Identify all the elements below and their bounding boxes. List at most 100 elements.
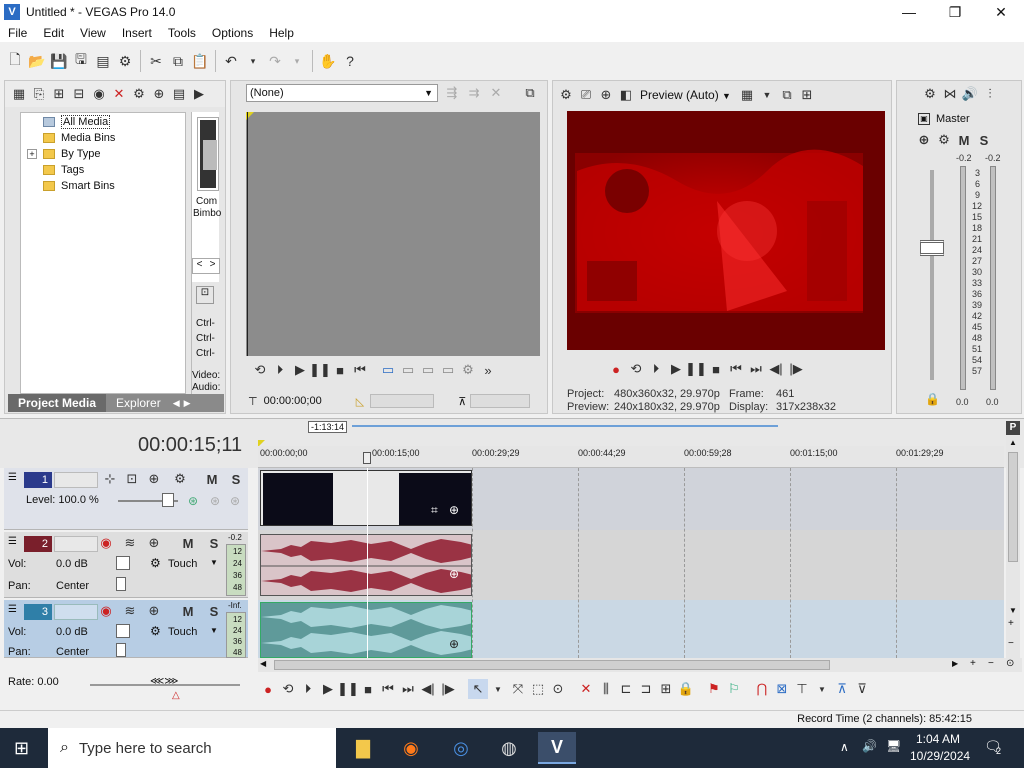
split-dropdown-icon[interactable]: ◧: [616, 85, 636, 105]
tray-date[interactable]: 10/29/2024: [910, 749, 970, 763]
import-media-icon[interactable]: ▦: [9, 84, 29, 104]
invert-phase-icon[interactable]: ≋: [120, 533, 140, 553]
zoom-in-icon[interactable]: +: [1008, 618, 1014, 629]
media-thumbnail[interactable]: [198, 118, 218, 190]
chrome-icon[interactable]: ◎: [442, 732, 480, 764]
play-icon[interactable]: ▶: [290, 360, 310, 380]
trimmer-window-icon[interactable]: ⧉: [520, 83, 540, 103]
loop-playback-icon[interactable]: ⟲: [626, 359, 646, 379]
master-mute-button[interactable]: M: [954, 130, 974, 150]
expand-plus-icon[interactable]: +: [27, 149, 37, 159]
chevron-down-icon[interactable]: ▼: [757, 85, 777, 105]
arm-record-icon[interactable]: ◉: [96, 533, 116, 553]
menu-tools[interactable]: Tools: [160, 26, 204, 40]
media-prev-button[interactable]: <: [193, 259, 206, 273]
track-motion-icon[interactable]: ⊹: [100, 469, 120, 489]
zoom-in-time-icon[interactable]: +: [970, 658, 976, 669]
gear-icon[interactable]: ⚙: [150, 556, 161, 570]
pause-icon[interactable]: ❚❚: [309, 360, 331, 380]
maximize-button[interactable]: ❐: [932, 0, 978, 24]
save-snapshot-icon[interactable]: ⊞: [797, 85, 817, 105]
next-frame-icon[interactable]: |▶: [438, 679, 458, 699]
level-slider-handle[interactable]: [162, 493, 174, 507]
remove-media-icon[interactable]: ✕: [109, 84, 129, 104]
timeline-scroll-up-icon[interactable]: P: [1006, 421, 1020, 435]
play-from-start-icon[interactable]: ⏵: [298, 679, 318, 699]
tree-item-media-bins[interactable]: Media Bins: [43, 130, 185, 146]
trimmer-settings-icon[interactable]: ⚙: [458, 360, 478, 380]
gear-icon[interactable]: ⚙: [170, 469, 190, 489]
add-to-timeline-after-icon[interactable]: ⇉: [464, 83, 484, 103]
more-arrow-icon[interactable]: »: [478, 360, 498, 380]
loop-playback-icon[interactable]: ⟲: [278, 679, 298, 699]
vol-slider-handle[interactable]: [116, 624, 130, 638]
new-project-icon[interactable]: 🗋: [4, 50, 26, 72]
menu-file[interactable]: File: [0, 26, 35, 40]
gear-icon[interactable]: ⚙: [920, 84, 940, 104]
trimmer-ripple-icon[interactable]: ▭: [418, 360, 438, 380]
menu-view[interactable]: View: [72, 26, 114, 40]
stop-icon[interactable]: ■: [330, 360, 350, 380]
trim-icon[interactable]: ⫼: [596, 679, 616, 699]
track-fx-icon[interactable]: ⊡: [122, 469, 142, 489]
tree-item-by-type[interactable]: + By Type: [27, 146, 185, 162]
tree-item-all-media[interactable]: All Media: [43, 114, 185, 130]
pan-slider-handle[interactable]: [116, 577, 126, 591]
go-to-start-icon[interactable]: ⏮: [350, 360, 370, 380]
automation-mode[interactable]: Touch: [168, 558, 197, 570]
play-icon[interactable]: ▶: [318, 679, 338, 699]
track-collapse-icon[interactable]: ☰: [8, 536, 17, 547]
track-solo-button[interactable]: S: [204, 533, 224, 553]
volume-icon[interactable]: 🔊: [862, 739, 877, 753]
event-fx-icon[interactable]: ⊕: [449, 567, 459, 581]
audio-event-3[interactable]: ⊕: [260, 602, 472, 658]
scroll-up-icon[interactable]: ▲: [1009, 438, 1017, 447]
copy-snapshot-icon[interactable]: ⧉: [777, 85, 797, 105]
prev-frame-icon[interactable]: ◀|: [766, 359, 786, 379]
redo-icon[interactable]: ↷: [264, 50, 286, 72]
selection-tool-icon[interactable]: ⬚: [528, 679, 548, 699]
track-collapse-icon[interactable]: ☰: [8, 472, 17, 483]
arm-record-icon[interactable]: ◉: [96, 601, 116, 621]
horizontal-scroll-thumb[interactable]: [274, 660, 830, 670]
interactive-tutorials-icon[interactable]: ✋: [317, 50, 339, 72]
file-explorer-icon[interactable]: ▇: [344, 732, 382, 764]
next-frame-icon[interactable]: |▶: [786, 359, 806, 379]
media-next-button[interactable]: >: [206, 259, 219, 273]
speaker-icon[interactable]: 🔊: [960, 84, 980, 104]
whats-this-help-icon[interactable]: ?: [339, 50, 361, 72]
get-media-icon[interactable]: ⊞: [49, 84, 69, 104]
track-solo-button[interactable]: S: [204, 601, 224, 621]
gear-icon[interactable]: ⚙: [150, 624, 161, 638]
composite-child-icon[interactable]: ⊛: [230, 494, 240, 508]
insert-region-icon[interactable]: ⚐: [724, 679, 744, 699]
zoom-tool-icon[interactable]: ⊙: [548, 679, 568, 699]
track-1-header[interactable]: ☰ 1 ⊹ ⊡ ⊕ ⚙ M S Level: 100.0 % ⊛ ⊛ ⊛: [4, 468, 248, 530]
current-time-display[interactable]: 00:00:15;11: [138, 434, 242, 457]
split-screen-icon[interactable]: ⊕: [596, 85, 616, 105]
clear-trimmer-icon[interactable]: ✕: [486, 83, 506, 103]
tray-chevron-icon[interactable]: ∧: [840, 740, 849, 754]
event-pan-crop-icon[interactable]: ⌗: [431, 503, 438, 518]
undo-icon[interactable]: ↶: [220, 50, 242, 72]
zoom-tool-icon[interactable]: ⊙: [1006, 658, 1014, 669]
zoom-out-icon[interactable]: −: [1008, 638, 1014, 649]
master-solo-button[interactable]: S: [974, 130, 994, 150]
minimize-button[interactable]: —: [886, 0, 932, 24]
track-2-header[interactable]: ☰ 2 ◉ ≋ ⊕ M S Vol: 0.0 dB ⚙ Touch ▼ Pan:…: [4, 532, 248, 598]
save-icon[interactable]: 💾: [48, 50, 70, 72]
open-icon[interactable]: 📂: [26, 50, 48, 72]
track-fx-icon[interactable]: ⊕: [144, 601, 164, 621]
menu-options[interactable]: Options: [204, 26, 261, 40]
cut-icon[interactable]: ✂: [145, 50, 167, 72]
tree-item-smart-bins[interactable]: Smart Bins: [43, 178, 185, 194]
media-fx-icon[interactable]: ⚙: [129, 84, 149, 104]
split-icon[interactable]: ⊞: [656, 679, 676, 699]
scroll-right-icon[interactable]: ▶: [952, 659, 958, 668]
track-3-header[interactable]: ☰ 3 ◉ ≋ ⊕ M S Vol: 0.0 dB ⚙ Touch ▼ Pan:…: [4, 600, 248, 658]
video-preview-frame[interactable]: [567, 111, 885, 350]
pause-icon[interactable]: ❚❚: [337, 679, 359, 699]
track-name-field[interactable]: [54, 604, 98, 620]
trim-end-icon[interactable]: ⊐: [636, 679, 656, 699]
chevron-down-icon[interactable]: ▼: [210, 626, 218, 635]
